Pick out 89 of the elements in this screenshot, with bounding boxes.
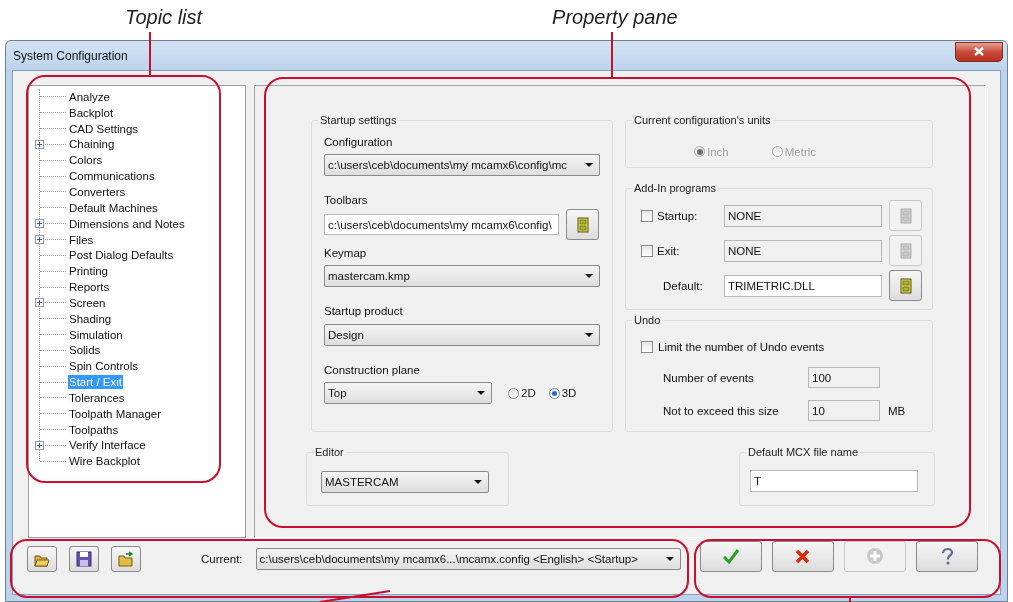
file-cabinet-icon [898, 242, 913, 259]
tree-item[interactable]: Files [68, 232, 95, 247]
ok-button[interactable] [699, 540, 762, 572]
browse-button[interactable] [566, 209, 599, 240]
tree-item[interactable]: Spin Controls [68, 359, 140, 374]
tree-item[interactable]: Default Machines [68, 200, 159, 215]
plus-circle-icon [865, 547, 884, 565]
tree-item[interactable]: Solids [68, 343, 102, 358]
input-field[interactable]: 100 [808, 367, 880, 388]
dropdown[interactable]: Design [324, 324, 600, 346]
dropdown[interactable]: mastercam.kmp [324, 265, 600, 287]
help-button[interactable] [915, 540, 978, 572]
caret-icon [585, 333, 593, 337]
expand-icon[interactable] [35, 440, 44, 450]
group-title: Default MCX file name [746, 445, 861, 459]
file-cabinet-icon [575, 216, 590, 233]
leader-line [611, 31, 613, 79]
import-button[interactable] [111, 546, 141, 572]
checkbox[interactable]: Limit the number of Undo events [641, 341, 825, 353]
tree-item[interactable]: Chaining [68, 137, 116, 152]
tree-item[interactable]: Verify Interface [68, 438, 147, 453]
field-label: Current: [201, 553, 243, 565]
save-button[interactable] [69, 546, 99, 572]
field-label: Not to exceed this size [663, 404, 780, 417]
dropdown[interactable]: Top [324, 382, 492, 404]
tree-item[interactable]: Screen [68, 295, 107, 310]
dropdown[interactable]: c:\users\ceb\documents\my mcamx6\config\mc [324, 154, 600, 176]
file-cabinet-icon [898, 207, 913, 224]
tree-item[interactable]: Backplot [68, 105, 115, 120]
window-title: System Configuration [13, 48, 128, 63]
close-icon [973, 46, 985, 57]
expand-icon[interactable] [35, 218, 44, 228]
field-label: Number of events [663, 371, 755, 384]
folder-arrow-icon [118, 551, 134, 567]
tree-item[interactable]: Dimensions and Notes [68, 216, 186, 231]
input-field[interactable]: c:\users\ceb\documents\my mcamx6\config\ [324, 214, 560, 235]
input-field[interactable]: TRIMETRIC.DLL [724, 274, 882, 297]
open-button[interactable] [27, 546, 57, 572]
tree-item[interactable]: Colors [68, 153, 104, 168]
radio-button[interactable]: 2D [508, 387, 536, 399]
group-title: Current configuration's units [632, 113, 773, 127]
tree-item[interactable]: Reports [68, 280, 111, 295]
expand-icon[interactable] [35, 139, 44, 149]
group-title: Startup settings [318, 113, 399, 127]
close-button[interactable] [955, 41, 1003, 62]
radio-button[interactable]: 3D [548, 387, 577, 399]
tree-item[interactable]: Wire Backplot [68, 454, 141, 469]
group-title: Undo [632, 313, 663, 327]
tree-item[interactable]: CAD Settings [68, 121, 140, 136]
tree-item[interactable]: Toolpath Manager [68, 406, 163, 421]
expand-icon[interactable] [35, 297, 44, 307]
tree-item[interactable]: Converters [68, 185, 127, 199]
tree-item[interactable]: Shading [68, 311, 113, 326]
input-field[interactable]: 10 [808, 400, 880, 421]
callout-label: Topic list [125, 6, 203, 30]
unit-label: MB [888, 404, 906, 417]
input-field[interactable]: T [750, 470, 918, 492]
tree-item[interactable]: Post Dialog Defaults [68, 248, 175, 263]
tree-item[interactable]: Simulation [68, 327, 124, 342]
checkmark-icon [721, 548, 740, 564]
browse-button[interactable] [889, 270, 922, 301]
dropdown[interactable]: MASTERCAM [321, 471, 489, 493]
field-label: Construction plane [324, 363, 421, 377]
file-cabinet-icon [898, 277, 913, 294]
tree-item[interactable]: Tolerances [68, 390, 126, 405]
field-label: Keymap [324, 246, 368, 260]
field-label: Default: [663, 279, 704, 292]
expand-icon[interactable] [35, 234, 44, 244]
caret-icon [477, 391, 485, 395]
caret-icon [474, 480, 482, 484]
callout-label: Property pane [552, 6, 678, 30]
caret-icon [585, 163, 593, 167]
tree-item[interactable]: Toolpaths [68, 422, 120, 437]
group-title: Add-In programs [632, 181, 718, 195]
leader-line [319, 590, 391, 602]
leader-line [149, 31, 151, 77]
field-label: Startup product [324, 304, 404, 318]
tree-item[interactable]: Printing [68, 264, 109, 279]
tree-item[interactable]: Analyze [68, 89, 111, 104]
dropdown[interactable]: c:\users\ceb\documents\my mcamx6...\mcamx.config <English> <Startup> [255, 548, 681, 570]
tree-item[interactable]: Communications [68, 169, 156, 184]
caret-icon [585, 274, 593, 278]
group-title: Editor [313, 445, 346, 459]
cancel-button[interactable] [771, 540, 834, 572]
field-label: Configuration [324, 135, 394, 149]
leader-line [849, 596, 851, 602]
caret-icon [665, 557, 674, 561]
x-mark-icon [794, 547, 812, 565]
field-label: Toolbars [324, 193, 369, 207]
